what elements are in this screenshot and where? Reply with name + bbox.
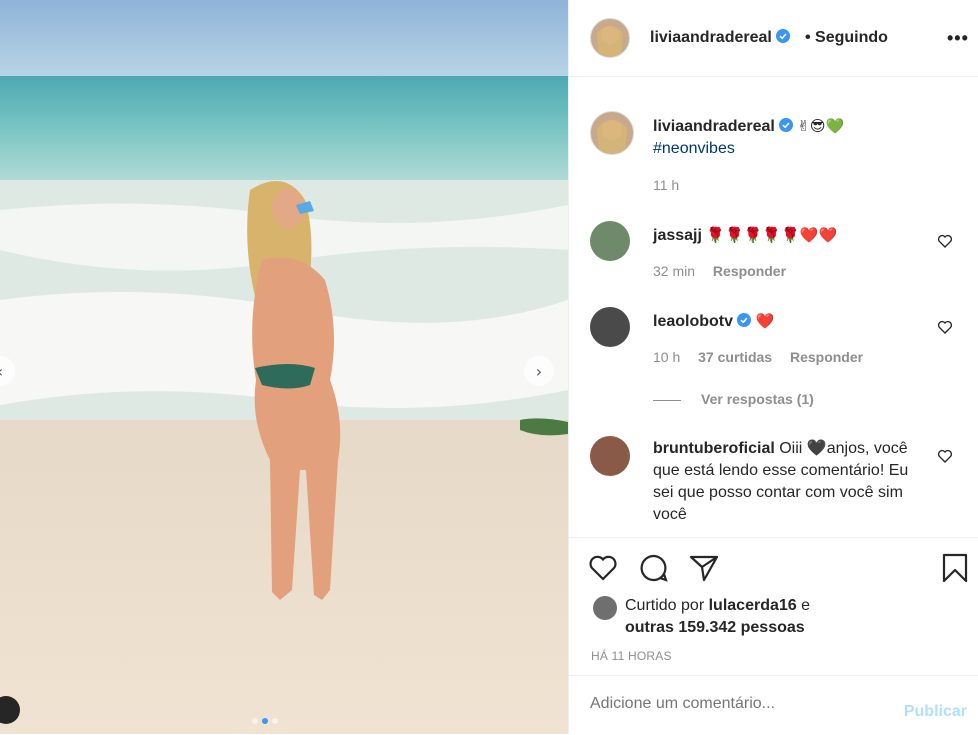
beach-photo (0, 0, 568, 734)
caption-username[interactable]: liviaandradereal (653, 118, 775, 135)
commenter-username[interactable]: leaolobotv (653, 313, 733, 330)
author-username[interactable]: liviaandradereal (650, 29, 772, 46)
heart-outline-icon[interactable] (937, 448, 953, 464)
caption-time: 11 h (653, 177, 680, 193)
caption-avatar[interactable] (590, 111, 634, 155)
carousel-dot (272, 718, 278, 724)
following-status[interactable]: • Seguindo (805, 29, 888, 47)
carousel-dot-active (262, 718, 268, 724)
liked-by-connector: e (801, 597, 811, 614)
verified-badge-icon (737, 313, 752, 327)
like-button-heart-icon[interactable] (587, 552, 619, 584)
post-header: liviaandradereal • Seguindo ••• (569, 0, 978, 77)
carousel-dot (252, 718, 258, 724)
commenter-avatar[interactable] (590, 221, 630, 261)
hashtag-link[interactable]: #neonvibes (653, 138, 735, 160)
more-options-icon[interactable]: ••• (947, 28, 969, 49)
comment-text: ❤️ (755, 312, 775, 330)
liked-by-user[interactable]: lulacerda16 (709, 597, 797, 614)
comment-likes[interactable]: 37 curtidas (698, 349, 772, 365)
post-details-panel: liviaandradereal • Seguindo ••• liviaand… (568, 0, 978, 734)
carousel-indicator (252, 718, 278, 724)
verified-badge-icon (775, 29, 790, 43)
chevron-left-icon: ‹ (0, 362, 3, 381)
share-paper-plane-icon[interactable] (688, 552, 720, 584)
avatar-image (597, 26, 623, 57)
comment-bubble-icon[interactable] (638, 552, 670, 584)
comment-time: 32 min (653, 263, 696, 279)
post-photo[interactable]: ‹ › (0, 0, 568, 734)
add-comment-bar: Publicar (569, 675, 978, 735)
avatar-image (597, 120, 627, 154)
replies-divider (653, 399, 681, 401)
comment-time: 10 h (653, 349, 681, 365)
author-avatar[interactable] (590, 18, 630, 58)
liker-avatar[interactable] (593, 596, 617, 620)
caption: liviaandradereal ✌😎💚 #neonvibes 11 h (569, 111, 978, 201)
commenter-avatar[interactable] (590, 436, 630, 476)
liked-by-summary[interactable]: Curtido por lulacerda16 e outras 159.342… (625, 595, 810, 639)
reply-button[interactable]: Responder (790, 349, 863, 365)
comment-item: jassajj 🌹🌹🌹🌹🌹❤️❤️ 32 min Responder (569, 221, 978, 291)
next-slide-button[interactable]: › (524, 356, 554, 386)
chevron-right-icon: › (535, 361, 543, 381)
view-replies-label: Ver respostas (1) (701, 391, 814, 407)
comment-input[interactable] (590, 695, 880, 713)
comments-list[interactable]: liviaandradereal ✌😎💚 #neonvibes 11 h jas… (569, 77, 978, 537)
publish-button[interactable]: Publicar (904, 703, 967, 721)
reply-button[interactable]: Responder (713, 263, 786, 279)
commenter-username[interactable]: bruntuberoficial (653, 440, 775, 457)
commenter-avatar[interactable] (590, 307, 630, 347)
liked-by-prefix: Curtido por (625, 597, 705, 614)
save-bookmark-icon[interactable] (939, 552, 971, 584)
comment-text: 🌹🌹🌹🌹🌹❤️❤️ (706, 226, 838, 244)
heart-outline-icon[interactable] (937, 233, 953, 249)
likes-count[interactable]: outras 159.342 pessoas (625, 619, 805, 636)
comment-item: bruntuberoficial Oiii 🖤anjos, você que e… (569, 436, 978, 537)
verified-badge-icon (778, 118, 793, 132)
commenter-username[interactable]: jassajj (653, 227, 702, 244)
caption-text: ✌😎💚 (797, 117, 845, 135)
heart-outline-icon[interactable] (937, 319, 953, 335)
post-timestamp[interactable]: HÁ 11 HORAS (591, 649, 672, 663)
action-bar: Curtido por lulacerda16 e outras 159.342… (569, 537, 978, 676)
view-replies-button[interactable]: Ver respostas (1) (653, 391, 814, 407)
